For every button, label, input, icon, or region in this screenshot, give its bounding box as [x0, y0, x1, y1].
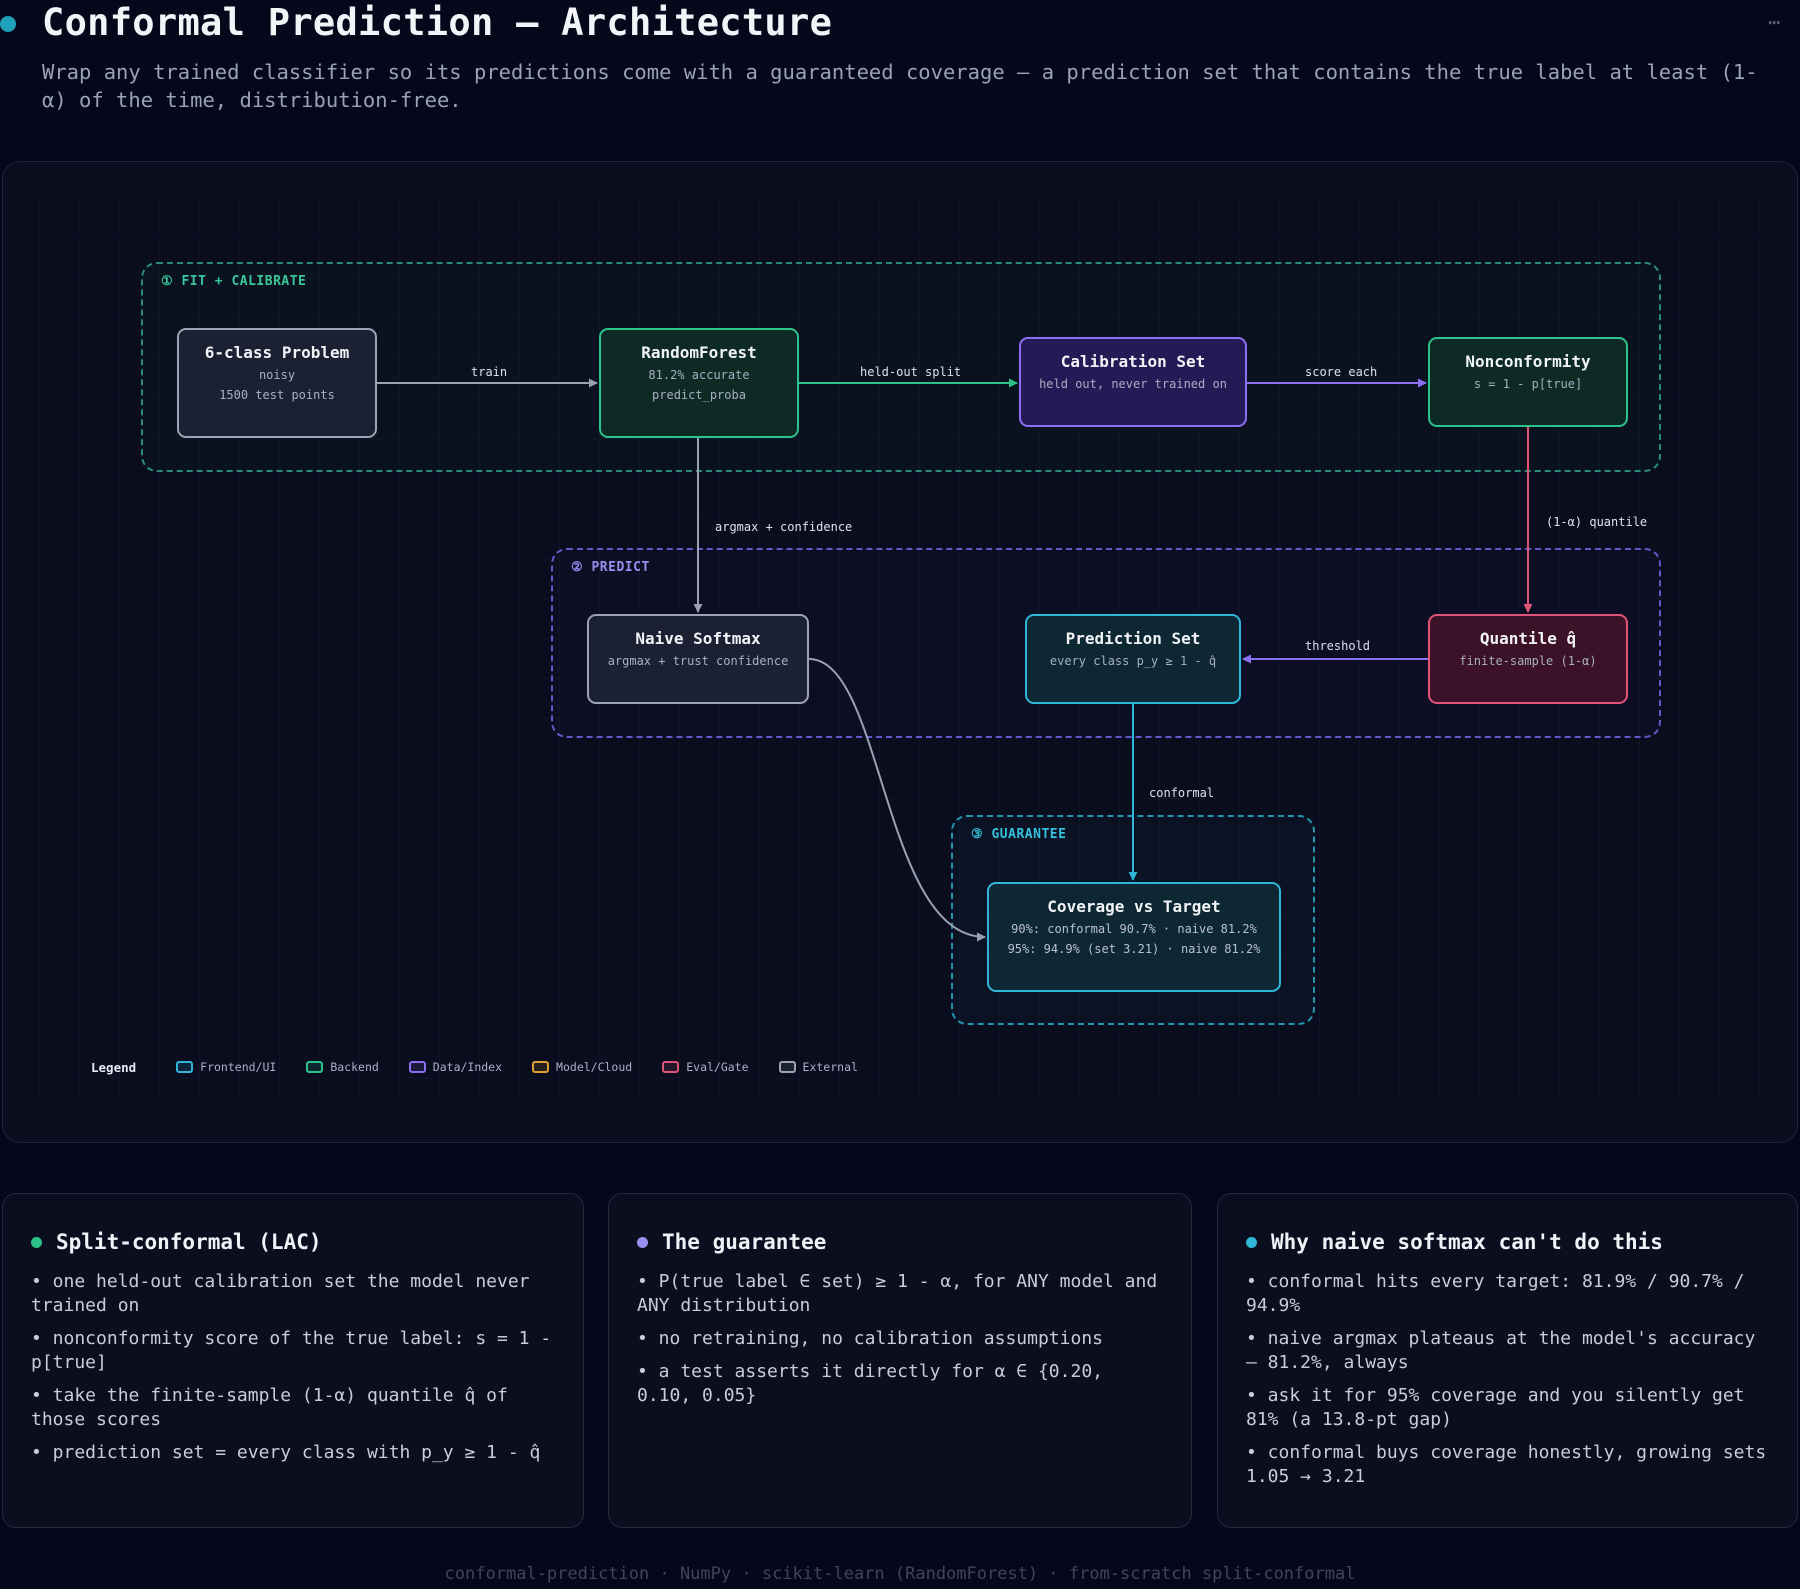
node-subtitle: 81.2% accurate — [648, 368, 750, 382]
node-6-class-problem[interactable]: 6-class Problem noisy 1500 test points — [177, 328, 377, 438]
card-split-conformal: Split-conformal (LAC) • one held-out cal… — [2, 1193, 584, 1528]
legend-swatch — [176, 1061, 194, 1073]
card-bullet: • no retraining, no calibration assumpti… — [637, 1328, 1103, 1349]
card-guarantee: The guarantee • P(true label ∈ set) ≥ 1 … — [608, 1193, 1192, 1528]
legend: Legend Frontend/UI Backend Data/Index Mo… — [91, 1057, 888, 1077]
legend-item: Eval/Gate — [662, 1060, 749, 1074]
legend-swatch — [408, 1061, 426, 1073]
legend-label: Eval/Gate — [686, 1060, 749, 1074]
edge-label-argmax: argmax + confidence — [715, 520, 853, 534]
legend-item: Backend — [306, 1060, 379, 1074]
legend-item: Frontend/UI — [176, 1060, 276, 1074]
node-title: Nonconformity — [1465, 352, 1591, 371]
card-bullets: • one held-out calibration set the model… — [31, 1270, 555, 1465]
card-naive-softmax: Why naive softmax can't do this • confor… — [1217, 1193, 1798, 1528]
card-bullet-dot — [637, 1236, 648, 1248]
more-options-icon[interactable]: ⋯ — [1768, 10, 1782, 34]
node-quantile[interactable]: Quantile q̂ finite-sample (1-α) — [1428, 614, 1628, 704]
legend-item: External — [778, 1060, 858, 1074]
node-prediction-set[interactable]: Prediction Set every class p_y ≥ 1 - q̂ — [1025, 614, 1241, 704]
edge-label-conformal: conformal — [1149, 786, 1215, 800]
node-subtitle: noisy — [258, 368, 296, 382]
node-naive-softmax[interactable]: Naive Softmax argmax + trust confidence — [587, 614, 809, 704]
edge-naive-coverage — [808, 658, 986, 942]
card-header: Split-conformal (LAC) — [31, 1230, 555, 1254]
card-title: Split-conformal (LAC) — [56, 1230, 322, 1254]
edge-label-heldout: held-out split — [860, 365, 962, 379]
node-subtitle: every class p_y ≥ 1 - q̂ — [1049, 654, 1217, 668]
node-subtitle: 1500 test points — [219, 388, 335, 402]
card-bullet: • take the finite-sample (1-α) quantile … — [31, 1385, 508, 1430]
legend-label: Model/Cloud — [556, 1060, 633, 1074]
card-bullet: • nonconformity score of the true label:… — [31, 1328, 552, 1373]
card-bullet: • conformal hits every target: 81.9% / 9… — [1246, 1271, 1745, 1316]
architecture-diagram: ① FIT + CALIBRATE ② PREDICT ③ GUARANTEE — [2, 161, 1798, 1143]
legend-item: Data/Index — [408, 1060, 503, 1074]
card-bullet-dot — [1246, 1236, 1257, 1248]
node-subtitle: argmax + trust confidence — [607, 654, 789, 668]
node-subtitle: finite-sample (1-α) — [1459, 654, 1597, 668]
node-coverage-vs-target[interactable]: Coverage vs Target 90%: conformal 90.7% … — [987, 882, 1281, 992]
legend-swatch — [778, 1061, 796, 1073]
node-title: Coverage vs Target — [1047, 897, 1221, 916]
edge-label-quantile: (1-α) quantile — [1546, 515, 1648, 529]
legend-title: Legend — [91, 1059, 137, 1075]
card-bullet: • naive argmax plateaus at the model's a… — [1246, 1328, 1756, 1373]
node-title: Prediction Set — [1065, 629, 1201, 648]
legend-label: Frontend/UI — [200, 1060, 277, 1074]
node-subtitle: predict_proba — [652, 388, 746, 402]
legend-item: Model/Cloud — [532, 1060, 632, 1074]
card-header: Why naive softmax can't do this — [1246, 1230, 1769, 1254]
node-subtitle: 90%: conformal 90.7% · naive 81.2% — [1011, 922, 1257, 936]
card-bullet: • conformal buys coverage honestly, grow… — [1246, 1442, 1767, 1487]
node-nonconformity[interactable]: Nonconformity s = 1 - p[true] — [1428, 337, 1628, 427]
edge-label-train: train — [471, 365, 508, 379]
node-title: 6-class Problem — [204, 343, 350, 362]
node-title: RandomForest — [641, 343, 757, 362]
edge-label-threshold: threshold — [1305, 639, 1371, 653]
card-bullet: • one held-out calibration set the model… — [31, 1271, 530, 1316]
legend-label: Backend — [330, 1060, 379, 1074]
footer: conformal-prediction · NumPy · scikit-le… — [444, 1564, 1356, 1584]
node-title: Calibration Set — [1060, 352, 1206, 371]
card-title: Why naive softmax can't do this — [1271, 1230, 1663, 1254]
node-calibration-set[interactable]: Calibration Set held out, never trained … — [1019, 337, 1247, 427]
status-dot — [0, 16, 16, 32]
legend-swatch — [662, 1061, 680, 1073]
card-header: The guarantee — [637, 1230, 1163, 1254]
legend-swatch — [306, 1061, 324, 1073]
node-title: Naive Softmax — [635, 629, 761, 648]
card-bullets: • conformal hits every target: 81.9% / 9… — [1246, 1270, 1769, 1489]
node-title: Quantile q̂ — [1479, 629, 1577, 648]
legend-swatch — [532, 1061, 550, 1073]
card-title: The guarantee — [662, 1230, 827, 1254]
page-subtitle: Wrap any trained classifier so its predi… — [42, 60, 1758, 112]
card-bullet: • prediction set = every class with p_y … — [31, 1442, 541, 1463]
legend-label: External — [802, 1060, 858, 1074]
card-bullets: • P(true label ∈ set) ≥ 1 - α, for ANY m… — [637, 1270, 1163, 1408]
node-random-forest[interactable]: RandomForest 81.2% accurate predict_prob… — [599, 328, 799, 438]
card-bullet: • ask it for 95% coverage and you silent… — [1246, 1385, 1745, 1430]
legend-label: Data/Index — [432, 1060, 503, 1074]
card-bullet: • P(true label ∈ set) ≥ 1 - α, for ANY m… — [637, 1271, 1158, 1316]
card-bullet-dot — [31, 1236, 42, 1248]
node-subtitle: held out, never trained on — [1039, 377, 1227, 391]
card-bullet: • a test asserts it directly for α ∈ {0.… — [637, 1361, 1103, 1406]
node-subtitle: 95%: 94.9% (set 3.21) · naive 81.2% — [1007, 942, 1261, 956]
page-title: Conformal Prediction — Architecture — [42, 1, 833, 44]
node-subtitle: s = 1 - p[true] — [1473, 377, 1583, 391]
edge-label-score: score each — [1305, 365, 1378, 379]
